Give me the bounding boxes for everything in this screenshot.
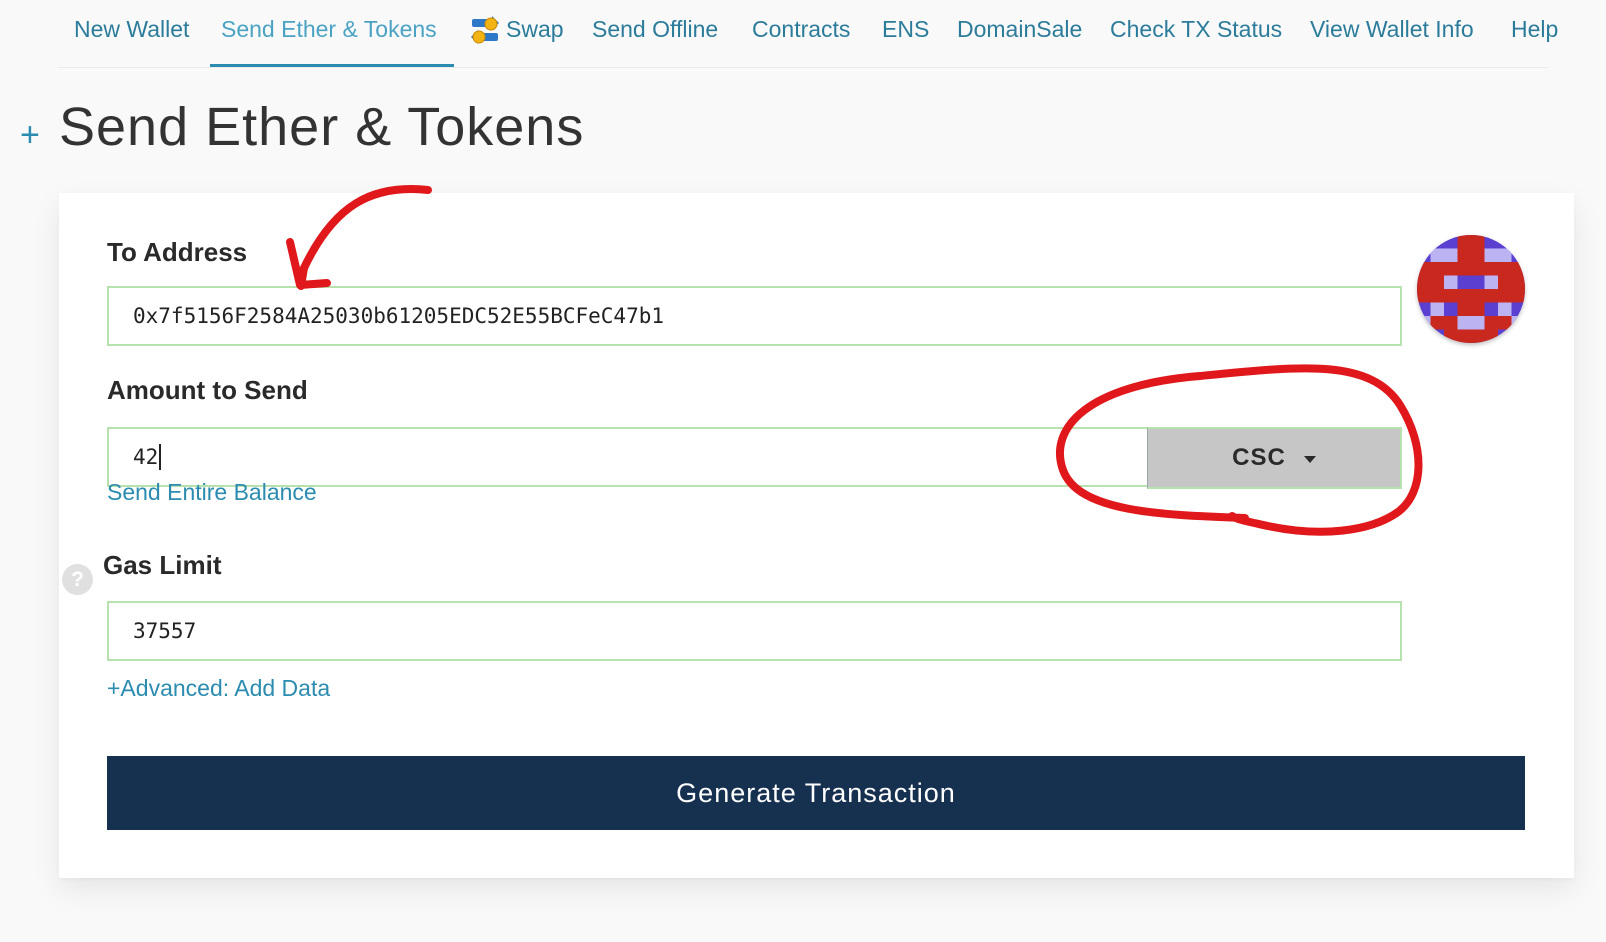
nav-swap-label: Swap	[506, 16, 564, 42]
nav-contracts[interactable]: Contracts	[752, 0, 850, 68]
chevron-down-icon	[1303, 456, 1316, 463]
generate-transaction-label: Generate Transaction	[676, 777, 956, 808]
nav-view-wallet-info[interactable]: View Wallet Info	[1310, 0, 1474, 68]
send-form-card: To Address 0x7f5156F2584A25030b61205EDC5…	[59, 193, 1574, 878]
help-question-icon[interactable]: ?	[62, 564, 93, 595]
to-address-input[interactable]: 0x7f5156F2584A25030b61205EDC52E55BCFeC47…	[107, 286, 1402, 346]
nav-send-offline[interactable]: Send Offline	[592, 0, 718, 68]
identicon-image	[1417, 235, 1525, 343]
address-identicon	[1417, 235, 1525, 343]
amount-label: Amount to Send	[107, 375, 308, 405]
nav-domainsale[interactable]: DomainSale	[957, 0, 1082, 68]
advanced-add-data-link[interactable]: +Advanced: Add Data	[107, 675, 330, 702]
to-address-label: To Address	[107, 237, 248, 267]
nav-new-wallet-label: New Wallet	[74, 16, 190, 42]
nav-send-ether-tokens[interactable]: Send Ether & Tokens	[221, 0, 437, 68]
top-nav: New Wallet Send Ether & Tokens Swap Send…	[58, 0, 1558, 68]
to-address-value: 0x7f5156F2584A25030b61205EDC52E55BCFeC47…	[133, 304, 665, 328]
nav-contracts-label: Contracts	[752, 16, 851, 42]
nav-send-offline-label: Send Offline	[592, 16, 719, 42]
expand-plus-icon[interactable]: +	[20, 118, 40, 152]
gas-limit-label: Gas Limit	[103, 550, 222, 580]
active-tab-indicator	[210, 64, 454, 67]
amount-input[interactable]: 42	[107, 427, 1149, 487]
nav-swap[interactable]: Swap	[470, 0, 564, 68]
nav-help-label: Help	[1511, 16, 1559, 42]
page-title: Send Ether & Tokens	[59, 97, 585, 157]
nav-view-wallet-info-label: View Wallet Info	[1310, 16, 1474, 42]
nav-new-wallet[interactable]: New Wallet	[74, 0, 189, 68]
nav-check-tx-status-label: Check TX Status	[1110, 16, 1283, 42]
gas-limit-input[interactable]: 37557	[107, 601, 1402, 661]
token-selector-dropdown[interactable]: CSC	[1147, 427, 1402, 489]
nav-send-ether-tokens-label: Send Ether & Tokens	[221, 16, 437, 42]
amount-value: 42	[133, 445, 159, 469]
swap-arrows-icon	[471, 16, 499, 44]
nav-help[interactable]: Help	[1511, 0, 1558, 68]
send-entire-balance-link[interactable]: Send Entire Balance	[107, 479, 317, 506]
nav-ens[interactable]: ENS	[882, 0, 929, 68]
nav-ens-label: ENS	[882, 16, 930, 42]
nav-domainsale-label: DomainSale	[957, 16, 1083, 42]
gas-limit-value: 37557	[133, 619, 197, 643]
nav-check-tx-status[interactable]: Check TX Status	[1110, 0, 1282, 68]
token-selector-label: CSC	[1232, 444, 1286, 471]
generate-transaction-button[interactable]: Generate Transaction	[107, 756, 1525, 830]
page: New Wallet Send Ether & Tokens Swap Send…	[0, 0, 1606, 942]
text-cursor	[159, 444, 162, 470]
